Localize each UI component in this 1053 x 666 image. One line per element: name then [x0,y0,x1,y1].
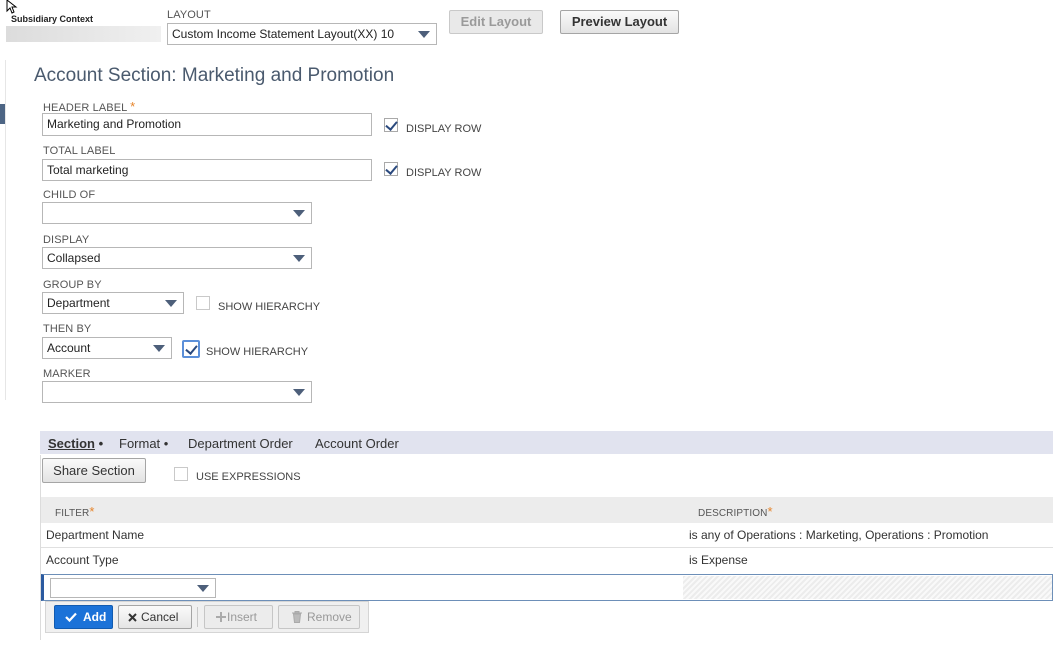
table-row-filter[interactable]: Account Type [46,553,119,567]
group-by-show-hierarchy-label: SHOW HIERARCHY [218,301,321,313]
then-by-show-hierarchy-checkbox[interactable] [182,340,200,358]
layout-select[interactable]: Custom Income Statement Layout(XX) 10 [167,23,437,45]
marker-select[interactable] [42,381,312,403]
total-display-row-label: DISPLAY ROW [406,167,482,179]
total-label-input[interactable]: Total marketing [42,159,372,181]
tab-department-order[interactable]: Department Order [188,436,293,451]
marker-label: MARKER [43,368,91,380]
plus-icon [216,612,226,622]
chevron-down-icon [293,389,305,396]
checkmark-icon [185,342,198,355]
chevron-down-icon [165,300,177,307]
column-description: DESCRIPTION* [698,504,773,519]
header-label-label: HEADER LABEL * [43,99,136,114]
display-select-value: Collapsed [47,251,101,265]
child-of-select[interactable] [42,202,312,224]
mouse-cursor-icon [6,0,18,14]
group-by-select[interactable]: Department [42,292,184,314]
subsidiary-context-field[interactable] [6,26,161,42]
display-select[interactable]: Collapsed [42,247,312,269]
checkmark-icon [385,162,398,175]
group-by-value: Department [47,296,110,310]
then-by-show-hierarchy-label: SHOW HIERARCHY [206,346,309,358]
tab-section[interactable]: Section • [48,436,103,451]
table-row-filter[interactable]: Department Name [46,528,144,542]
table-header [41,497,1053,523]
total-label-label: TOTAL LABEL [43,145,116,157]
header-display-row-checkbox[interactable] [384,118,398,132]
column-filter: FILTER* [55,504,95,519]
then-by-label: THEN BY [43,323,92,335]
remove-button[interactable]: Remove [278,605,360,629]
tab-format[interactable]: Format • [119,436,168,451]
share-section-button[interactable]: Share Section [42,458,146,483]
chevron-down-icon [153,345,165,352]
close-icon [128,613,137,622]
tab-account-order[interactable]: Account Order [315,436,399,451]
group-by-label: GROUP BY [43,279,102,291]
chevron-down-icon [293,255,305,262]
use-expressions-checkbox[interactable] [174,467,188,481]
checkmark-icon [65,612,77,622]
then-by-select[interactable]: Account [42,337,172,359]
layout-select-value: Custom Income Statement Layout(XX) 10 [172,27,395,41]
chevron-down-icon [197,585,209,592]
row-divider [41,547,1053,548]
table-row-description[interactable]: is any of Operations : Marketing, Operat… [689,528,988,542]
page-title: Account Section: Marketing and Promotion [34,65,395,86]
new-filter-select[interactable] [50,578,216,598]
display-label: DISPLAY [43,234,90,246]
group-by-show-hierarchy-checkbox[interactable] [196,296,210,310]
total-display-row-checkbox[interactable] [384,162,398,176]
chevron-down-icon [293,210,305,217]
chevron-down-icon [418,31,430,38]
header-label-input[interactable]: Marketing and Promotion [42,113,372,136]
subsidiary-context-label: Subsidiary Context [11,14,94,24]
action-separator [197,607,198,627]
new-description-field[interactable] [683,576,1052,599]
table-row-description[interactable]: is Expense [689,553,748,567]
header-display-row-label: DISPLAY ROW [406,123,482,135]
trash-icon [292,611,302,623]
use-expressions-label: USE EXPRESSIONS [196,471,301,483]
child-of-label: CHILD OF [43,189,96,201]
then-by-value: Account [47,341,91,355]
add-button[interactable]: Add [54,605,113,629]
left-divider [5,60,6,400]
layout-label: LAYOUT [167,9,211,21]
preview-layout-button[interactable]: Preview Layout [560,10,679,34]
checkmark-icon [385,118,398,131]
edit-layout-button[interactable]: Edit Layout [449,10,543,34]
insert-button[interactable]: Insert [204,605,273,629]
cancel-button[interactable]: Cancel [118,605,192,629]
